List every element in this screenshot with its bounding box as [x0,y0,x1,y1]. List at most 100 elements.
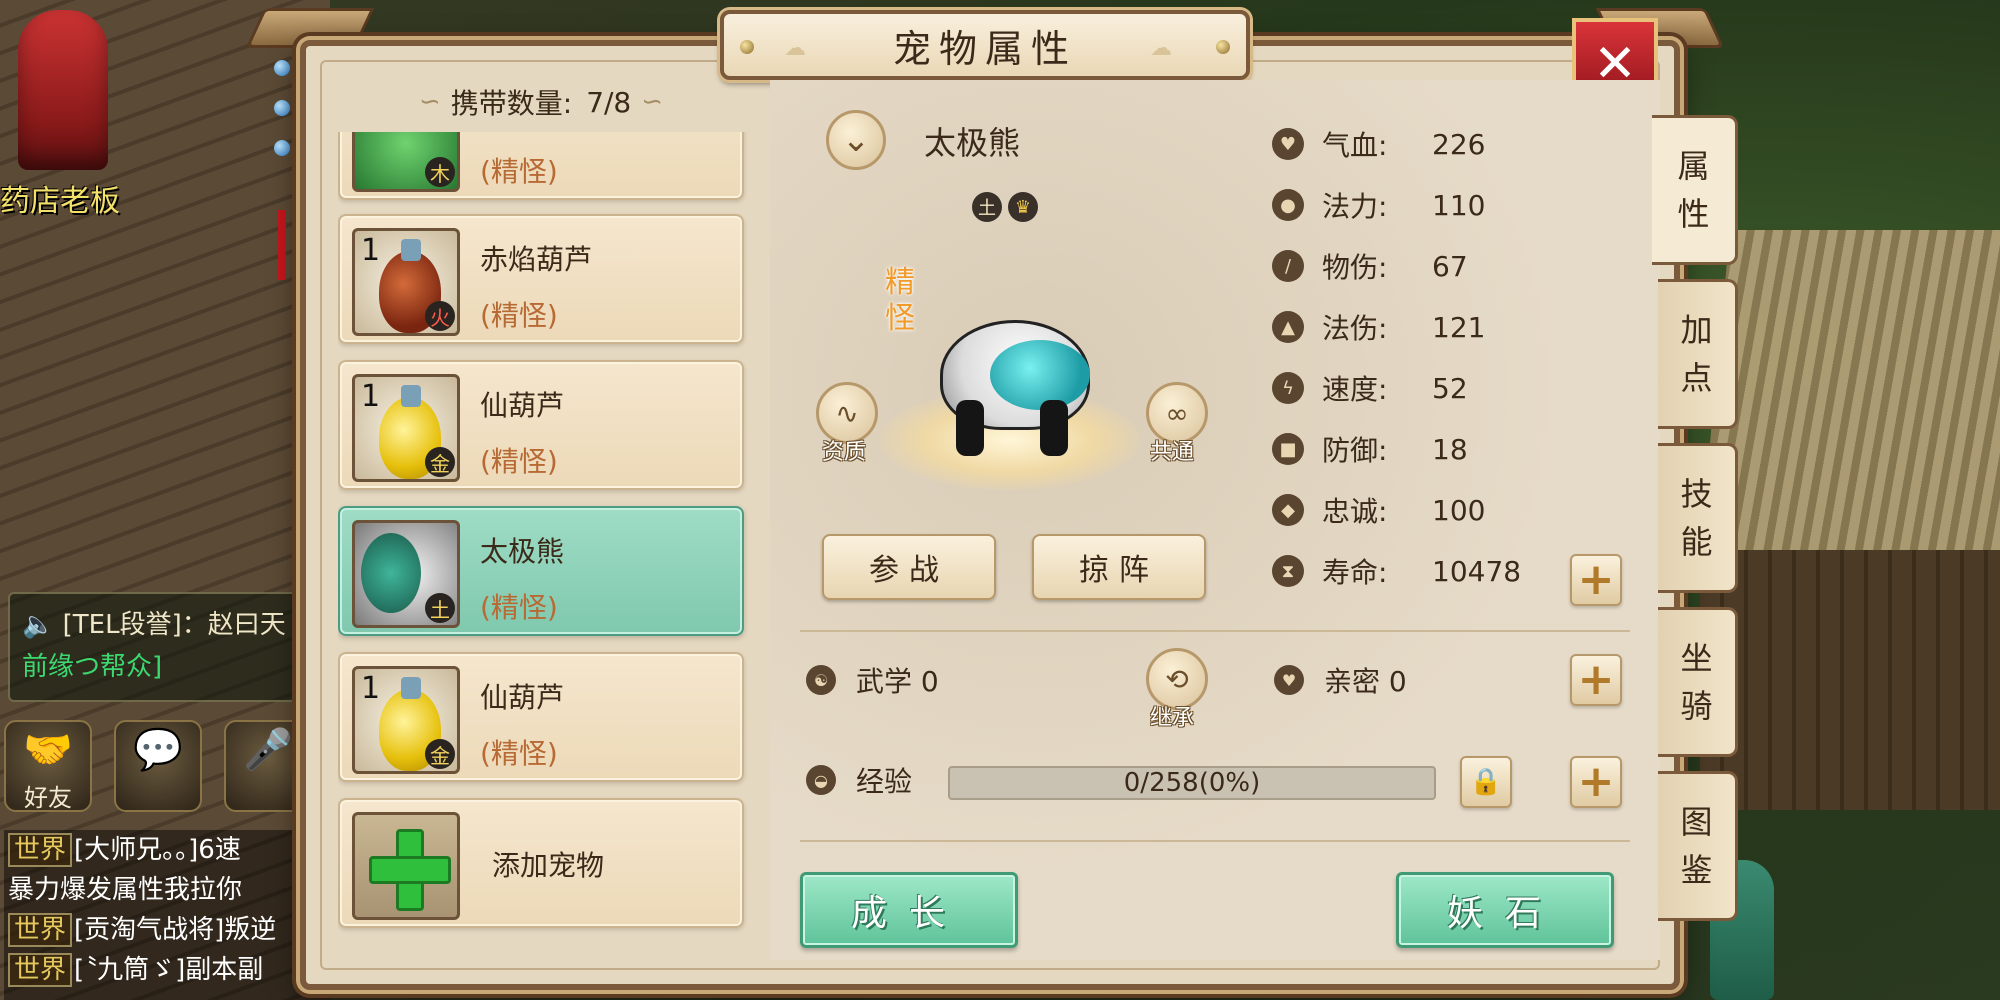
add-lifespan-button[interactable]: + [1570,554,1622,606]
attribute-value: 100 [1432,493,1486,527]
plus-icon: + [1577,554,1615,605]
attribute-label: 物伤: [1322,251,1388,284]
pet-header: ⌄ 太极熊 [826,110,1146,170]
world-chat-line: 世界 [〝九筒ゞ]副本副 [8,950,330,990]
add-pet-label: 添加宠物 [492,849,605,882]
attribute-label: 法伤: [1322,312,1388,345]
growth-button[interactable]: 成长 [800,872,1018,948]
pet-list[interactable]: 木 (精怪) 1 火 赤焰葫芦 (精怪) 1 金 仙葫芦 (精怪) 土 太极熊 … [338,132,748,962]
carry-count-value: 7/8 [586,85,632,119]
tab-3[interactable]: 坐骑 [1658,607,1738,757]
join-battle-button[interactable]: 参战 [822,534,996,600]
attribute-row: ♥ 气血: 226 [1272,120,1652,168]
social-buttons: 🤝 好友 💬 🎤 [4,720,330,812]
pet-portrait: 1 火 [352,228,460,336]
swirl-ornament-icon: ∽ [418,87,441,117]
water-drop-icon: ● [1272,189,1304,221]
pet-model-stage[interactable] [880,300,1140,490]
pet-card[interactable]: 1 金 仙葫芦 (精怪) [338,652,744,782]
experience-text: 0/258(0%) [1123,768,1261,798]
attribute-label: 速度: [1322,373,1388,406]
pet-rank: (精怪) [480,299,558,332]
lifespan-icon: ⧗ [1272,555,1304,587]
tab-1[interactable]: 加点 [1658,279,1738,429]
attribute-row: ● 法力: 110 [1272,181,1652,229]
martial-arts-row: ☯ 武学 0 [806,660,939,700]
chat-sub-line: 前缘つ帮众] [22,652,163,682]
attribute-value: 121 [1432,310,1486,344]
pet-card[interactable]: 1 金 仙葫芦 (精怪) [338,360,744,490]
experience-bar: 0/258(0%) [948,766,1436,800]
tab-label-char: 鉴 [1680,851,1713,889]
pet-name-title: 太极熊 [924,124,1021,162]
link-icon: ∞ [1165,396,1189,430]
lightning-icon: ϟ [1272,372,1304,404]
chat-message-box[interactable]: 🔈 [TEL段誉]：赵曰天 前缘つ帮众] [8,592,308,702]
world-chat-log[interactable]: 世界 [大师兄。。]6速 暴力爆发属性我拉你 世界 [贡淘气战将]叛逆 世界 [〝九筒… [4,830,330,1000]
tab-label-char: 性 [1677,195,1710,233]
lock-icon: 🔒 [1469,767,1503,797]
flame-icon: ▲ [1272,311,1304,343]
attribute-label: 法力: [1322,190,1388,223]
friends-button[interactable]: 🤝 好友 [4,720,92,812]
thatched-hut-roof [1700,230,2000,550]
pet-card-selected[interactable]: 土 太极熊 (精怪) [338,506,744,636]
tab-label-char: 属 [1677,147,1710,185]
intimacy-row: ♥ 亲密 0 [1274,660,1407,700]
pet-card[interactable]: 木 (精怪) [338,132,744,200]
swirl-ornament-icon: ∽ [641,87,664,117]
inherit-label: 继承 [1150,706,1195,731]
attribute-row: ▲ 法伤: 121 [1272,303,1652,351]
tab-4[interactable]: 图鉴 [1658,771,1738,921]
tab-label-char: 技 [1680,475,1713,513]
attribute-value: 110 [1432,188,1486,222]
cloud-ornament-icon: ☁ [1150,36,1172,61]
tab-label-char: 图 [1680,803,1713,841]
attribute-label: 防御: [1322,434,1388,467]
plus-icon [369,829,451,911]
tab-0[interactable]: 属性 [1652,115,1738,265]
shield-icon: ■ [1272,433,1304,465]
shop-npc-figure[interactable] [18,10,108,170]
attribute-value: 10478 [1432,554,1522,588]
divider [800,630,1630,632]
hut-wall [1700,550,2000,810]
pet-portrait: 1 金 [352,374,460,482]
pet-rank: (精怪) [480,737,558,770]
heart-icon: ♥ [1272,128,1304,160]
chevron-down-icon: ⌄ [841,120,871,160]
window-title-plate: ☁ 宠物属性 ☁ [720,10,1250,80]
pet-card[interactable]: 1 火 赤焰葫芦 (精怪) [338,214,744,344]
world-chat-line: 暴力爆发属性我拉你 [8,875,243,905]
demon-stone-button[interactable]: 妖石 [1396,872,1614,948]
pet-switch-dropdown[interactable]: ⌄ [826,110,886,170]
pulse-icon: ∿ [835,396,859,430]
voice-button[interactable]: 🎤 [224,720,312,812]
crown-icon: ♛ [1008,192,1038,222]
attribute-value: 226 [1432,127,1486,161]
yin-yang-icon: ☯ [806,665,836,695]
pet-portrait: 土 [352,520,460,628]
plus-icon: + [1577,756,1615,807]
common-label: 共通 [1150,440,1195,465]
formation-button[interactable]: 掠阵 [1032,534,1206,600]
attribute-value: 52 [1432,371,1468,405]
add-intimacy-button[interactable]: + [1570,654,1622,706]
chat-button[interactable]: 💬 [114,720,202,812]
plus-icon: + [1577,654,1615,705]
add-pet-button[interactable]: 添加宠物 [338,798,744,928]
pet-name: 仙葫芦 [480,389,565,422]
tab-2[interactable]: 技能 [1658,443,1738,593]
attribute-label: 寿命: [1322,556,1388,589]
chat-speaker-line: [TEL段誉]：赵曰天 [62,610,286,640]
pet-name: 仙葫芦 [480,681,565,714]
attribute-row: / 物伤: 67 [1272,242,1652,290]
speaker-icon: 🔈 [22,610,55,640]
earth-element-icon: 土 [972,192,1002,222]
pet-name: 太极熊 [480,535,565,568]
tab-label-char: 骑 [1680,687,1713,725]
tab-label-char: 加 [1680,311,1713,349]
add-experience-button[interactable]: + [1570,756,1622,808]
cloud-ornament-icon: ☁ [784,36,806,61]
lock-button[interactable]: 🔒 [1460,756,1512,808]
